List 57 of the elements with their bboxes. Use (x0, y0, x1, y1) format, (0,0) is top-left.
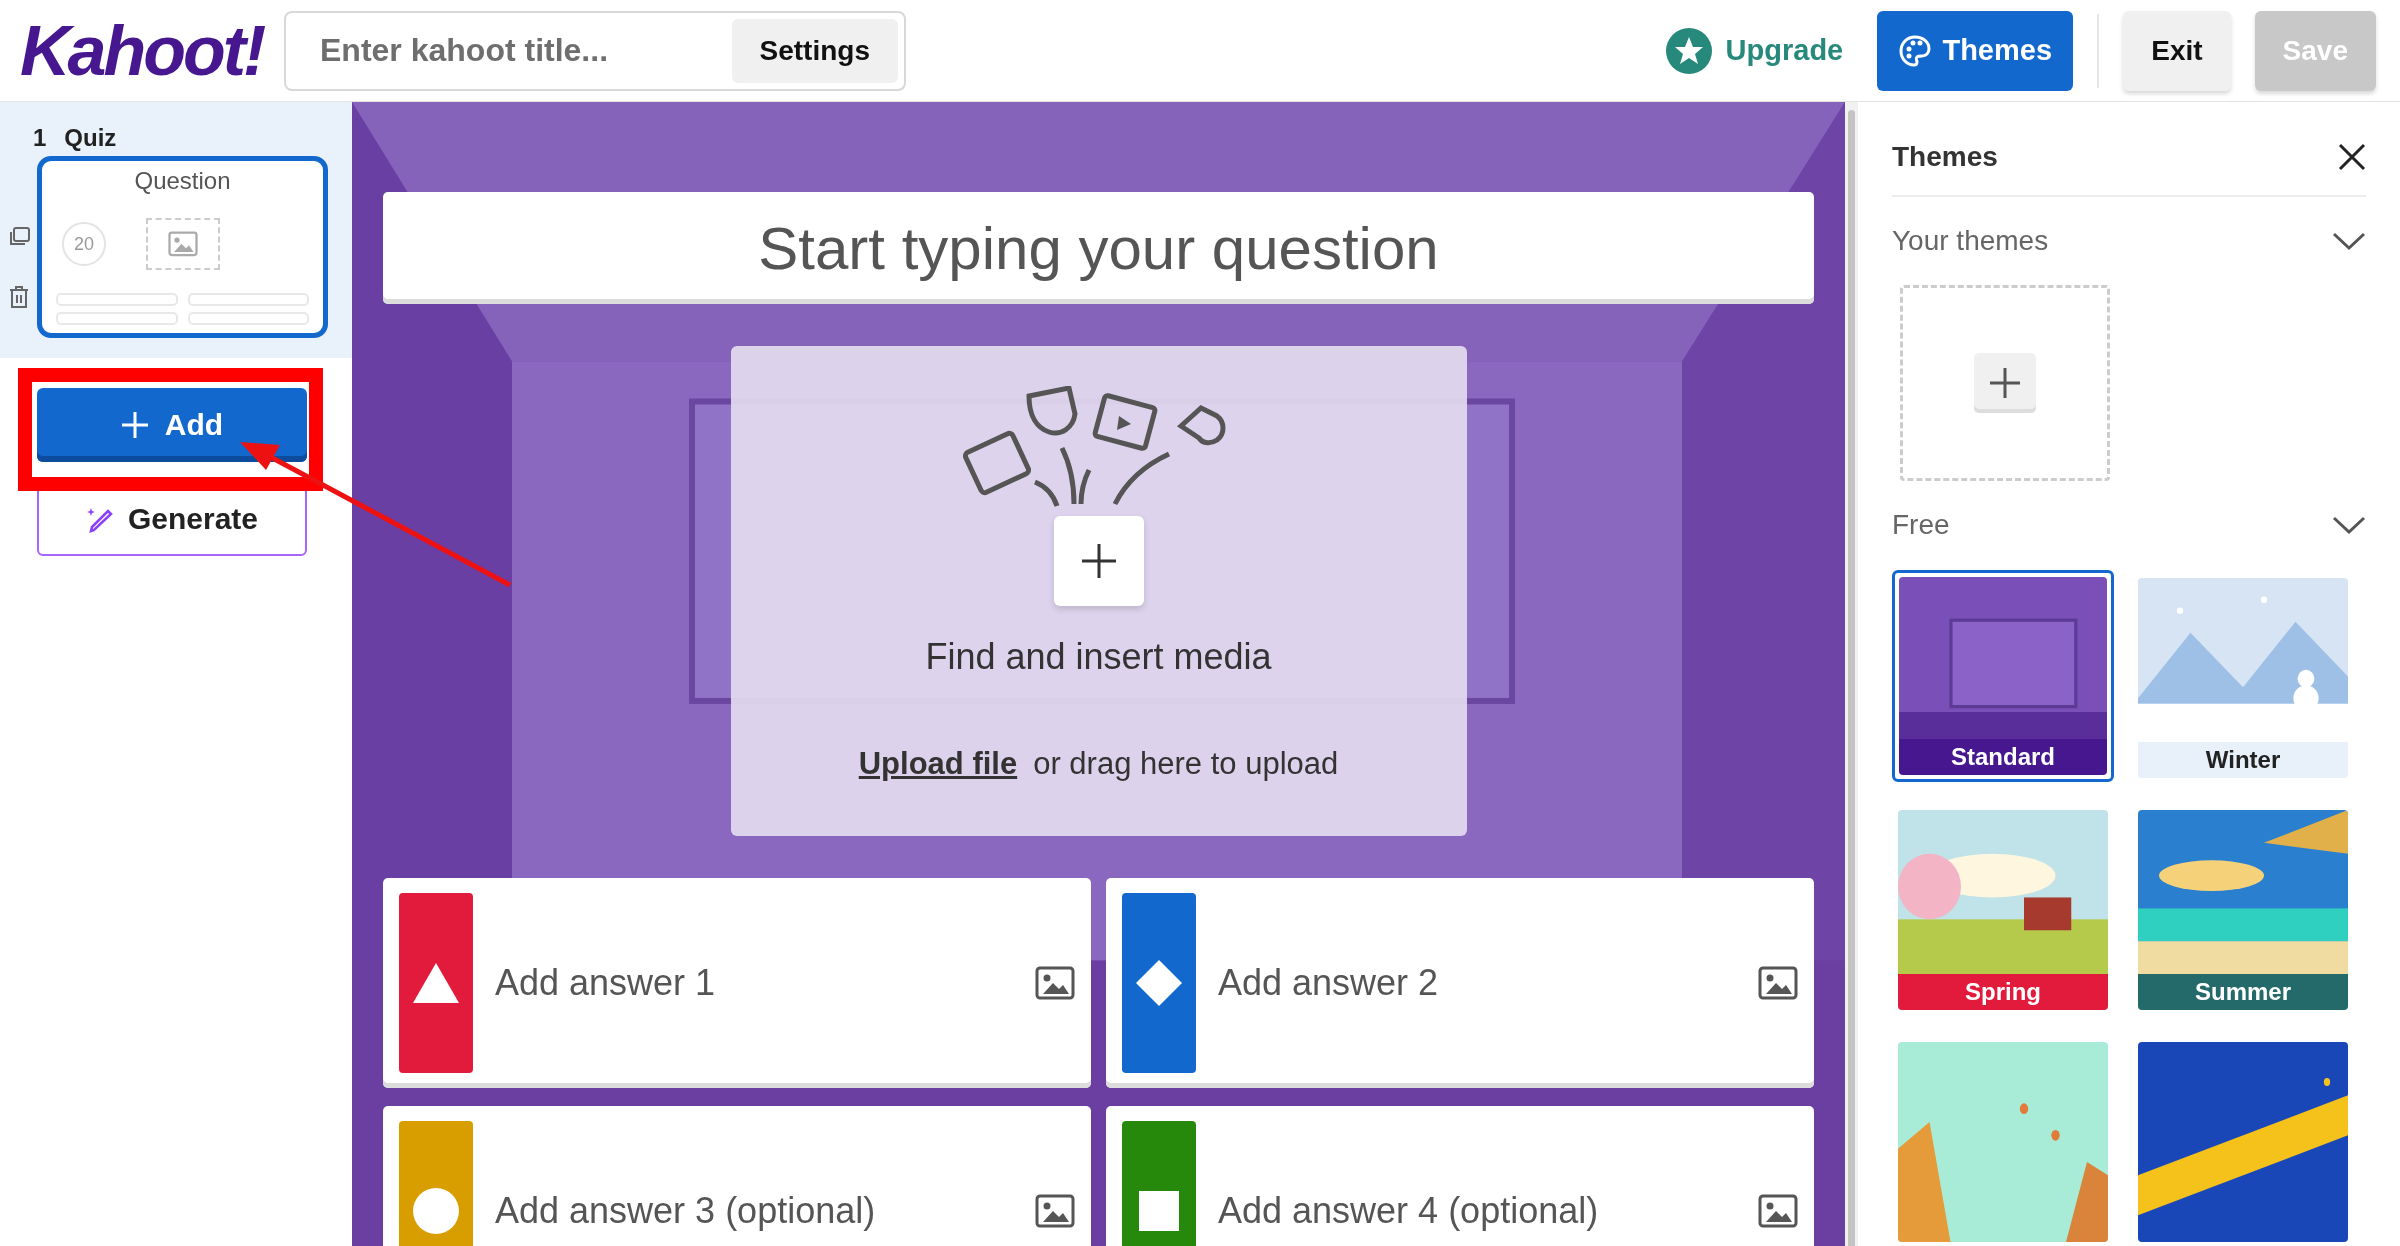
triangle-icon (411, 961, 461, 1005)
close-icon (2338, 142, 2366, 171)
slide-type: Quiz (64, 124, 117, 152)
media-dropzone[interactable]: Find and insert media Upload file or drag here to upload (730, 346, 1467, 836)
square-icon (1139, 1191, 1179, 1231)
image-icon (168, 231, 198, 257)
upload-file-link[interactable]: Upload file (858, 746, 1018, 782)
theme-tile[interactable]: Standard (1892, 570, 2114, 782)
add-image-button[interactable] (1758, 966, 1798, 1000)
title-field[interactable]: Enter kahoot title... Settings (284, 10, 906, 91)
diamond-icon (1134, 958, 1184, 1008)
answer-placeholder: Add answer 3 (optional) (495, 1190, 877, 1232)
upload-hint: or drag here to upload (1033, 746, 1339, 782)
add-image-button[interactable] (1758, 1194, 1798, 1228)
close-button[interactable] (2338, 142, 2366, 171)
chevron-button[interactable] (2332, 231, 2366, 252)
answer-field[interactable]: Add answer 1 (383, 878, 1091, 1088)
chevron-icon (2332, 515, 2366, 536)
plus-icon (120, 411, 149, 439)
panel-title: Themes (1892, 140, 1998, 173)
add-image-button[interactable] (1035, 966, 1075, 1000)
answer-placeholder: Add answer 4 (optional) (1218, 1190, 1600, 1232)
add-button[interactable]: Add (37, 388, 307, 462)
image-icon (1758, 966, 1798, 1000)
theme-label: Summer (2138, 974, 2348, 1010)
add-image-button[interactable] (1035, 1194, 1075, 1228)
question-field[interactable]: Start typing your question (383, 192, 1814, 304)
theme-label: Spring (1898, 974, 2108, 1010)
slide-title: Question (134, 167, 231, 195)
upgrade-link[interactable]: Upgrade (1665, 27, 1844, 74)
media-title: Find and insert media (925, 636, 1272, 678)
answer-field[interactable]: Add answer 3 (optional) (383, 1106, 1091, 1246)
answer-placeholder: Add answer 1 (495, 962, 717, 1004)
answer-field[interactable]: Add answer 4 (optional) (1106, 1106, 1814, 1246)
chevron-button[interactable] (2332, 515, 2366, 536)
plus-icon (1989, 366, 2021, 399)
time-limit: 20 (62, 222, 106, 266)
image-icon (1035, 1194, 1075, 1228)
slide-number: 1 (33, 124, 47, 152)
image-icon (1758, 1194, 1798, 1228)
answer-field[interactable]: Add answer 2 (1106, 878, 1814, 1088)
settings-button[interactable]: Settings (731, 18, 898, 83)
trash-icon[interactable] (8, 286, 29, 308)
themes-button[interactable]: Themes (1877, 10, 2074, 91)
palette-icon (1898, 33, 1933, 68)
exit-button[interactable]: Exit (2123, 10, 2231, 91)
image-icon (1035, 966, 1075, 1000)
theme-label: Standard (1899, 739, 2107, 775)
answer-placeholder: Add answer 2 (1218, 962, 1440, 1004)
slide-card[interactable]: Question 20 (37, 156, 328, 338)
section-title: Free (1892, 509, 1950, 542)
theme-label: Winter (2138, 742, 2348, 778)
chevron-icon (2332, 231, 2366, 252)
section-title: Your themes (1892, 225, 2049, 258)
add-media-button[interactable] (1053, 516, 1144, 606)
circle-icon (411, 1186, 461, 1236)
plus-icon (1080, 543, 1117, 579)
